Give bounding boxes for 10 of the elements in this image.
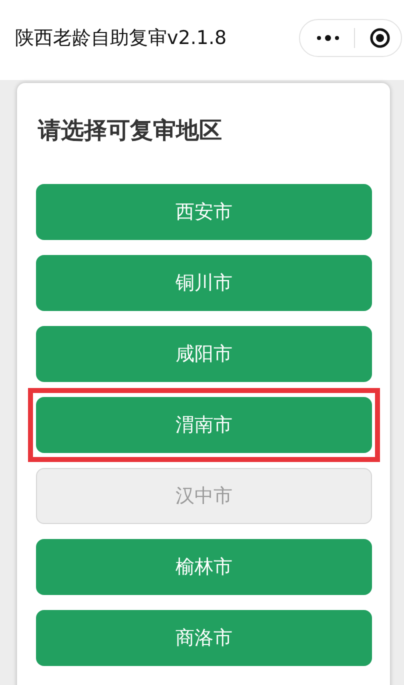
page-title: 陕西老龄自助复审v2.1.8 bbox=[15, 26, 227, 51]
card-heading: 请选择可复审地区 bbox=[38, 117, 223, 146]
city-button[interactable]: 榆林市 bbox=[36, 539, 372, 595]
more-icon[interactable] bbox=[316, 34, 340, 42]
city-button[interactable]: 西安市 bbox=[36, 184, 372, 240]
city-button[interactable]: 商洛市 bbox=[36, 610, 372, 666]
city-button[interactable]: 咸阳市 bbox=[36, 326, 372, 382]
city-button[interactable]: 渭南市 bbox=[36, 397, 372, 453]
close-icon[interactable] bbox=[369, 27, 391, 49]
city-button[interactable]: 铜川市 bbox=[36, 255, 372, 311]
